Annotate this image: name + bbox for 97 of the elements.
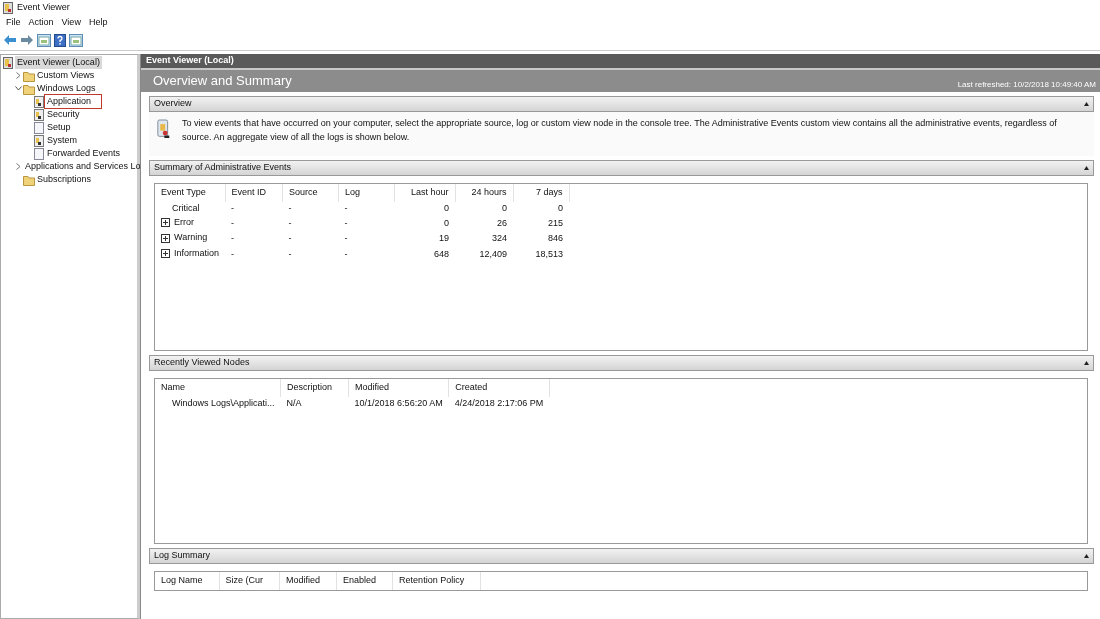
chevron-right-icon[interactable] <box>15 72 21 79</box>
log-icon <box>33 134 45 147</box>
window-pane-icon[interactable] <box>69 34 83 47</box>
table-cell: 10/1/2018 6:56:20 AM <box>354 398 443 408</box>
column-header[interactable]: Source <box>282 184 339 202</box>
section-title: Summary of Administrative Events <box>154 161 292 175</box>
chevron-right-icon[interactable] <box>15 163 21 170</box>
tree-item[interactable]: Applications and Services Lo <box>23 159 143 174</box>
event-log-icon <box>3 56 15 69</box>
column-header[interactable]: Retention Policy <box>392 572 481 590</box>
menu-item[interactable]: File <box>2 16 25 31</box>
menu-item[interactable]: View <box>57 16 85 31</box>
collapse-icon[interactable] <box>1084 361 1089 365</box>
expand-icon[interactable] <box>161 233 170 243</box>
log-icon <box>33 95 45 108</box>
folder-icon <box>23 82 35 95</box>
tree-item[interactable]: Custom Views <box>35 68 97 83</box>
table-cell: 19 <box>439 233 450 244</box>
column-header[interactable]: Modified <box>279 572 337 590</box>
info-document-icon <box>157 117 171 141</box>
table-cell: 846 <box>548 233 564 244</box>
table-cell-text: Critical <box>172 202 200 215</box>
tree-item[interactable]: Windows Logs <box>35 81 98 96</box>
table-cell-text: Windows Logs\Applicati... <box>172 397 275 410</box>
table-cell: Error <box>174 215 194 229</box>
table-cell: 26 <box>497 217 508 228</box>
tree-item[interactable]: Security <box>45 107 82 122</box>
page-title: Overview and Summary <box>153 72 292 90</box>
column-header[interactable]: Name <box>155 379 281 397</box>
column-header[interactable]: Size (Cur <box>219 572 280 590</box>
table-cell: 0 <box>558 203 564 213</box>
column-header[interactable]: Last hour <box>394 184 456 202</box>
table-cell: - <box>231 233 235 244</box>
app-icon <box>3 2 13 14</box>
forward-arrow-icon[interactable] <box>20 34 34 47</box>
table-cell: 4/24/2018 2:17:06 PM <box>454 398 544 408</box>
tree-item[interactable]: Forwarded Events <box>45 146 123 161</box>
tree-item[interactable]: System <box>45 133 79 148</box>
table-cell: 215 <box>548 217 564 228</box>
pane-header: Event Viewer (Local) <box>141 54 1100 68</box>
table-cell: - <box>231 203 235 213</box>
table-cell: - <box>288 217 292 228</box>
collapse-icon[interactable] <box>1084 554 1089 558</box>
table-cell: 0 <box>502 203 508 213</box>
folder-icon <box>23 173 35 186</box>
table-cell: - <box>231 249 235 260</box>
column-header[interactable]: Created <box>448 379 550 397</box>
tree-item[interactable]: Subscriptions <box>35 172 94 187</box>
table-cell: Warning <box>174 231 208 245</box>
window-pane-icon[interactable] <box>37 34 51 47</box>
table-cell: - <box>344 249 348 260</box>
folder-icon <box>23 69 35 82</box>
column-header[interactable]: Log <box>338 184 395 202</box>
table-cell: N/A <box>286 398 302 408</box>
table-cell: - <box>288 249 292 260</box>
help-icon[interactable] <box>54 34 66 47</box>
tree-item[interactable]: Application <box>45 94 102 109</box>
column-header[interactable]: Log Name <box>155 572 220 590</box>
table-cell: 12,409 <box>479 249 508 260</box>
table-cell: - <box>288 203 292 213</box>
menu-item[interactable]: Action <box>24 16 58 31</box>
collapse-icon[interactable] <box>1084 166 1089 170</box>
column-header[interactable]: Enabled <box>336 572 393 590</box>
table-cell: - <box>344 217 348 228</box>
column-header[interactable]: 7 days <box>513 184 570 202</box>
table-cell: - <box>288 233 292 244</box>
column-header[interactable]: Event ID <box>225 184 283 202</box>
expand-icon[interactable] <box>161 217 170 227</box>
table-cell: 18,513 <box>535 249 564 260</box>
table-cell: - <box>231 217 235 228</box>
window-title: Event Viewer <box>17 1 70 15</box>
table-cell: 648 <box>434 249 450 260</box>
collapse-icon[interactable] <box>1084 102 1089 106</box>
expand-icon[interactable] <box>161 249 170 259</box>
section-title: Overview <box>154 97 192 111</box>
table-cell-text: Information <box>174 247 220 260</box>
page-icon <box>33 121 45 134</box>
page-icon <box>33 147 45 160</box>
chevron-down-icon[interactable] <box>14 86 22 91</box>
table-cell: - <box>344 233 348 244</box>
section-title: Log Summary <box>154 549 211 563</box>
column-header[interactable]: Event Type <box>155 184 226 202</box>
column-header[interactable]: Modified <box>348 379 449 397</box>
column-header[interactable]: Description <box>280 379 349 397</box>
table-cell: 0 <box>444 217 450 228</box>
column-header[interactable]: 24 hours <box>455 184 514 202</box>
overview-text: To view events that have occurred on your computer, select the appropriate source, log or custom view node in the console tree. The Administrative Events custom view contains all the administrative events, regardless of source. An aggregate view of all the logs is shown below. <box>182 117 1058 144</box>
back-arrow-icon[interactable] <box>3 34 17 47</box>
table-cell: 0 <box>444 203 450 213</box>
tree-item[interactable]: Setup <box>45 120 73 135</box>
table-cell: 324 <box>492 233 508 244</box>
refresh-time: Last refreshed: 10/2/2018 10:49:40 AM <box>957 79 1096 91</box>
table-cell: - <box>344 203 348 213</box>
section-title: Recently Viewed Nodes <box>154 356 250 370</box>
log-icon <box>33 108 45 121</box>
tree-item[interactable]: Event Viewer (Local) <box>15 55 102 70</box>
menu-item[interactable]: Help <box>84 16 112 31</box>
